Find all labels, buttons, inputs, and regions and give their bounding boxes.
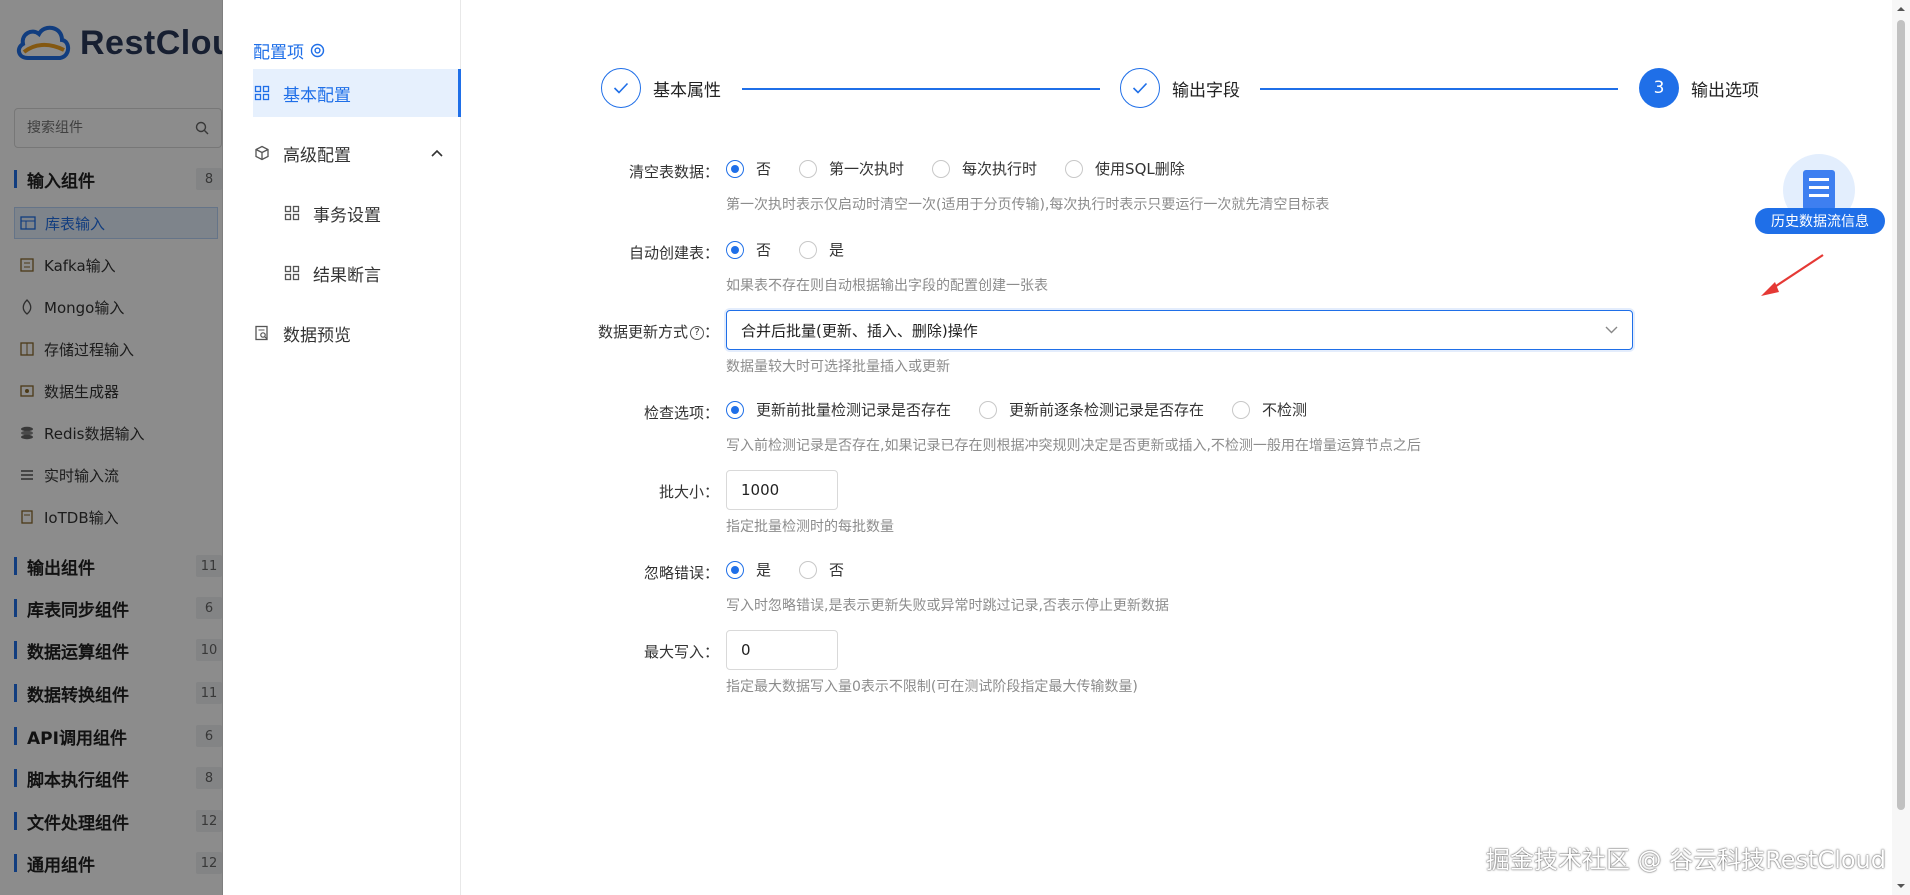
config-nav-title: 配置项 [253,38,325,63]
field-label: 自动创建表： [628,244,719,262]
radio-clear-no[interactable]: 否 [726,158,771,179]
radio-auto-create-no[interactable]: 否 [726,239,771,260]
radio-group-clear-table: 否 第一次执时 每次执行时 使用SQL删除 [726,158,1213,179]
settings-icon [310,43,325,58]
config-nav-title-text: 配置项 [253,43,304,63]
field-hint: 指定批量检测时的每批数量 [726,519,894,535]
step-connector [742,88,1100,90]
radio-group-auto-create: 否 是 [726,239,872,260]
radio-clear-sql-delete[interactable]: 使用SQL删除 [1065,158,1185,179]
history-dataflow-widget[interactable]: 历史数据流信息 [1755,150,1885,240]
grid-icon [253,84,271,102]
field-label: 清空表数据： [628,163,719,181]
modal-overlay[interactable] [0,0,223,895]
step-label: 输出字段 [1172,80,1240,101]
field-hint: 写入时忽略错误,是表示更新失败或异常时跳过记录,否表示停止更新数据 [726,598,1169,614]
step-connector [1260,88,1618,90]
radio-group-check-option: 更新前批量检测记录是否存在 更新前逐条检测记录是否存在 不检测 [726,399,1335,420]
select-value: 合并后批量(更新、插入、删除)操作 [741,321,978,340]
grid-icon [283,264,301,282]
nav-label: 事务设置 [313,205,381,226]
scroll-thumb[interactable] [1897,20,1905,810]
watermark: 掘金技术社区 @ 谷云科技RestCloud [1485,846,1886,874]
field-label: 批大小： [658,483,719,501]
nav-advanced-config[interactable]: 高级配置 [253,129,461,177]
field-hint: 写入前检测记录是否存在,如果记录已存在则根据冲突规则决定是否更新或插入,不检测一… [726,438,1421,454]
radio-clear-every-run[interactable]: 每次执行时 [932,158,1037,179]
field-hint: 指定最大数据写入量0表示不限制(可在测试阶段指定最大传输数量) [726,679,1138,695]
help-icon[interactable]: ? [689,325,704,340]
nav-label: 结果断言 [313,265,381,286]
max-write-input[interactable]: 0 [726,630,838,670]
batch-size-input[interactable]: 1000 [726,470,838,510]
field-label: 检查选项： [643,404,719,422]
radio-ignore-no[interactable]: 否 [799,559,844,580]
check-icon [601,68,641,108]
config-nav: 配置项 基本配置 高级配置 事务设置 结果断言 数据预览 [223,0,461,895]
radio-label: 否 [756,241,772,259]
nav-label: 基本配置 [283,85,351,106]
field-hint: 第一次执时表示仅启动时清空一次(适用于分页传输),每次执行时表示只要运行一次就先… [726,197,1330,213]
step-label: 基本属性 [653,80,721,101]
radio-label: 第一次执时 [829,160,905,178]
scroll-down-icon[interactable] [1896,881,1906,891]
radio-check-batch[interactable]: 更新前批量检测记录是否存在 [726,399,951,420]
nav-data-preview[interactable]: 数据预览 [253,309,461,357]
radio-label: 使用SQL删除 [1095,160,1185,178]
preview-icon [253,324,271,342]
chevron-up-icon[interactable] [431,149,443,157]
nav-transaction-settings[interactable]: 事务设置 [283,189,461,237]
cube-icon [253,144,271,162]
step-basic-properties[interactable]: 基本属性 [601,68,721,108]
scroll-up-icon[interactable] [1896,4,1906,14]
nav-label: 数据预览 [283,325,351,346]
step-output-fields[interactable]: 输出字段 [1120,68,1240,108]
step-label: 输出选项 [1691,80,1759,101]
history-label: 历史数据流信息 [1755,208,1885,234]
field-label: 最大写入： [643,643,719,661]
radio-label: 否 [829,561,845,579]
chevron-down-icon[interactable] [1605,326,1618,334]
field-label-suffix: ： [703,323,719,341]
check-icon [1120,68,1160,108]
field-hint: 数据量较大时可选择批量插入或更新 [726,359,950,375]
field-label-text: 数据更新方式 [597,323,688,341]
grid-icon [283,204,301,222]
radio-label: 更新前逐条检测记录是否存在 [1009,401,1205,419]
step-output-options[interactable]: 3 输出选项 [1639,68,1759,108]
radio-group-ignore-error: 是 否 [726,559,872,580]
radio-label: 是 [829,241,845,259]
update-mode-select[interactable]: 合并后批量(更新、插入、删除)操作 [726,310,1633,350]
radio-label: 更新前批量检测记录是否存在 [756,401,952,419]
radio-auto-create-yes[interactable]: 是 [799,239,844,260]
field-hint: 如果表不存在则自动根据输出字段的配置创建一张表 [726,278,1048,294]
radio-check-one-by-one[interactable]: 更新前逐条检测记录是否存在 [979,399,1204,420]
radio-ignore-yes[interactable]: 是 [726,559,771,580]
radio-check-none[interactable]: 不检测 [1232,399,1307,420]
radio-label: 每次执行时 [962,160,1038,178]
radio-label: 是 [756,561,772,579]
step-number: 3 [1639,68,1679,108]
radio-label: 否 [756,160,772,178]
radio-label: 不检测 [1262,401,1308,419]
annotation-arrow-icon [1761,254,1824,296]
scrollbar[interactable] [1892,0,1910,895]
field-label: 忽略错误： [643,564,719,582]
radio-clear-first-run[interactable]: 第一次执时 [799,158,904,179]
nav-label: 高级配置 [283,145,351,166]
field-label: 数据更新方式?： [579,321,719,342]
nav-result-assertion[interactable]: 结果断言 [283,249,461,297]
nav-basic-config[interactable]: 基本配置 [253,69,461,117]
config-drawer: 配置项 基本配置 高级配置 事务设置 结果断言 数据预览 基本属性 输出字段 3… [223,0,1910,895]
